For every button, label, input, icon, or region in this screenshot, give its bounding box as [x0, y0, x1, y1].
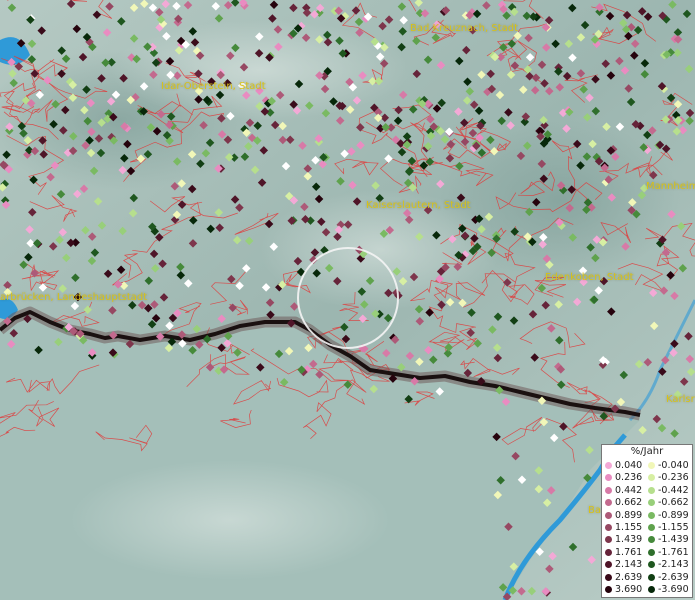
legend-value: -1.761: [658, 546, 689, 558]
legend-value: -1.439: [658, 534, 689, 546]
legend-value: -0.899: [658, 509, 689, 521]
city-label-mannheim: Mannheim: [646, 181, 695, 192]
legend-value: 0.442: [615, 484, 643, 496]
city-label-bad-kreuznach: Bad Kreuznach, Stadt: [410, 23, 519, 34]
legend-swatch: [605, 524, 612, 531]
legend-swatch: [648, 524, 655, 531]
legend-swatch: [648, 573, 655, 581]
city-label-partial: Ba: [588, 505, 601, 516]
legend-value: 0.899: [615, 509, 643, 521]
legend-swatch: [605, 586, 612, 593]
legend: %/Jahr 0.040 -0.040 0.236 -0.236 0.442 -0.442…: [601, 444, 693, 598]
legend-title: %/Jahr: [630, 446, 664, 457]
legend-value: 2.143: [615, 559, 643, 571]
legend-value: 3.690: [615, 584, 643, 595]
legend-swatch: [648, 499, 655, 507]
legend-swatch: [648, 474, 655, 482]
legend-swatch: [605, 474, 612, 482]
legend-swatch: [605, 573, 612, 581]
city-label-edenkoben: Edenkoben, Stadt: [545, 272, 634, 283]
legend-value: 0.236: [615, 472, 643, 484]
legend-swatch: [648, 511, 655, 519]
legend-swatch: [605, 462, 612, 469]
legend-swatch: [605, 486, 612, 494]
legend-value: -0.442: [658, 484, 689, 496]
legend-swatch: [648, 561, 655, 569]
legend-value: 1.155: [615, 522, 643, 533]
legend-swatch: [648, 462, 655, 469]
terrain-shading: [70, 460, 390, 580]
legend-value: 0.662: [615, 497, 643, 509]
legend-swatch: [605, 536, 612, 544]
legend-swatch: [648, 586, 655, 593]
legend-value: -0.040: [658, 460, 689, 471]
city-label-saarbruecken: arbrücken, Landeshauptstadt: [0, 292, 148, 303]
legend-value: 2.639: [615, 571, 643, 583]
legend-value: -2.143: [658, 559, 689, 571]
legend-swatch: [648, 486, 655, 494]
legend-swatch: [605, 511, 612, 519]
legend-value: -0.236: [658, 472, 689, 484]
legend-swatch: [605, 499, 612, 507]
legend-swatch: [648, 536, 655, 544]
legend-swatch: [648, 548, 655, 556]
legend-swatch: [605, 548, 612, 556]
legend-value: 0.040: [615, 460, 643, 471]
legend-value: -3.690: [658, 584, 689, 595]
legend-value: -1.155: [658, 522, 689, 533]
legend-swatch: [605, 561, 612, 569]
legend-value: -0.662: [658, 497, 689, 509]
city-label-karlsruhe: Karlsr: [666, 394, 695, 405]
legend-value: 1.439: [615, 534, 643, 546]
legend-value: -2.639: [658, 571, 689, 583]
city-label-idar-oberstein: Idar-Oberstein, Stadt: [161, 81, 266, 92]
city-label-kaiserslautern: Kaiserslautern, Stadt: [366, 200, 471, 211]
legend-value: 1.761: [615, 546, 643, 558]
